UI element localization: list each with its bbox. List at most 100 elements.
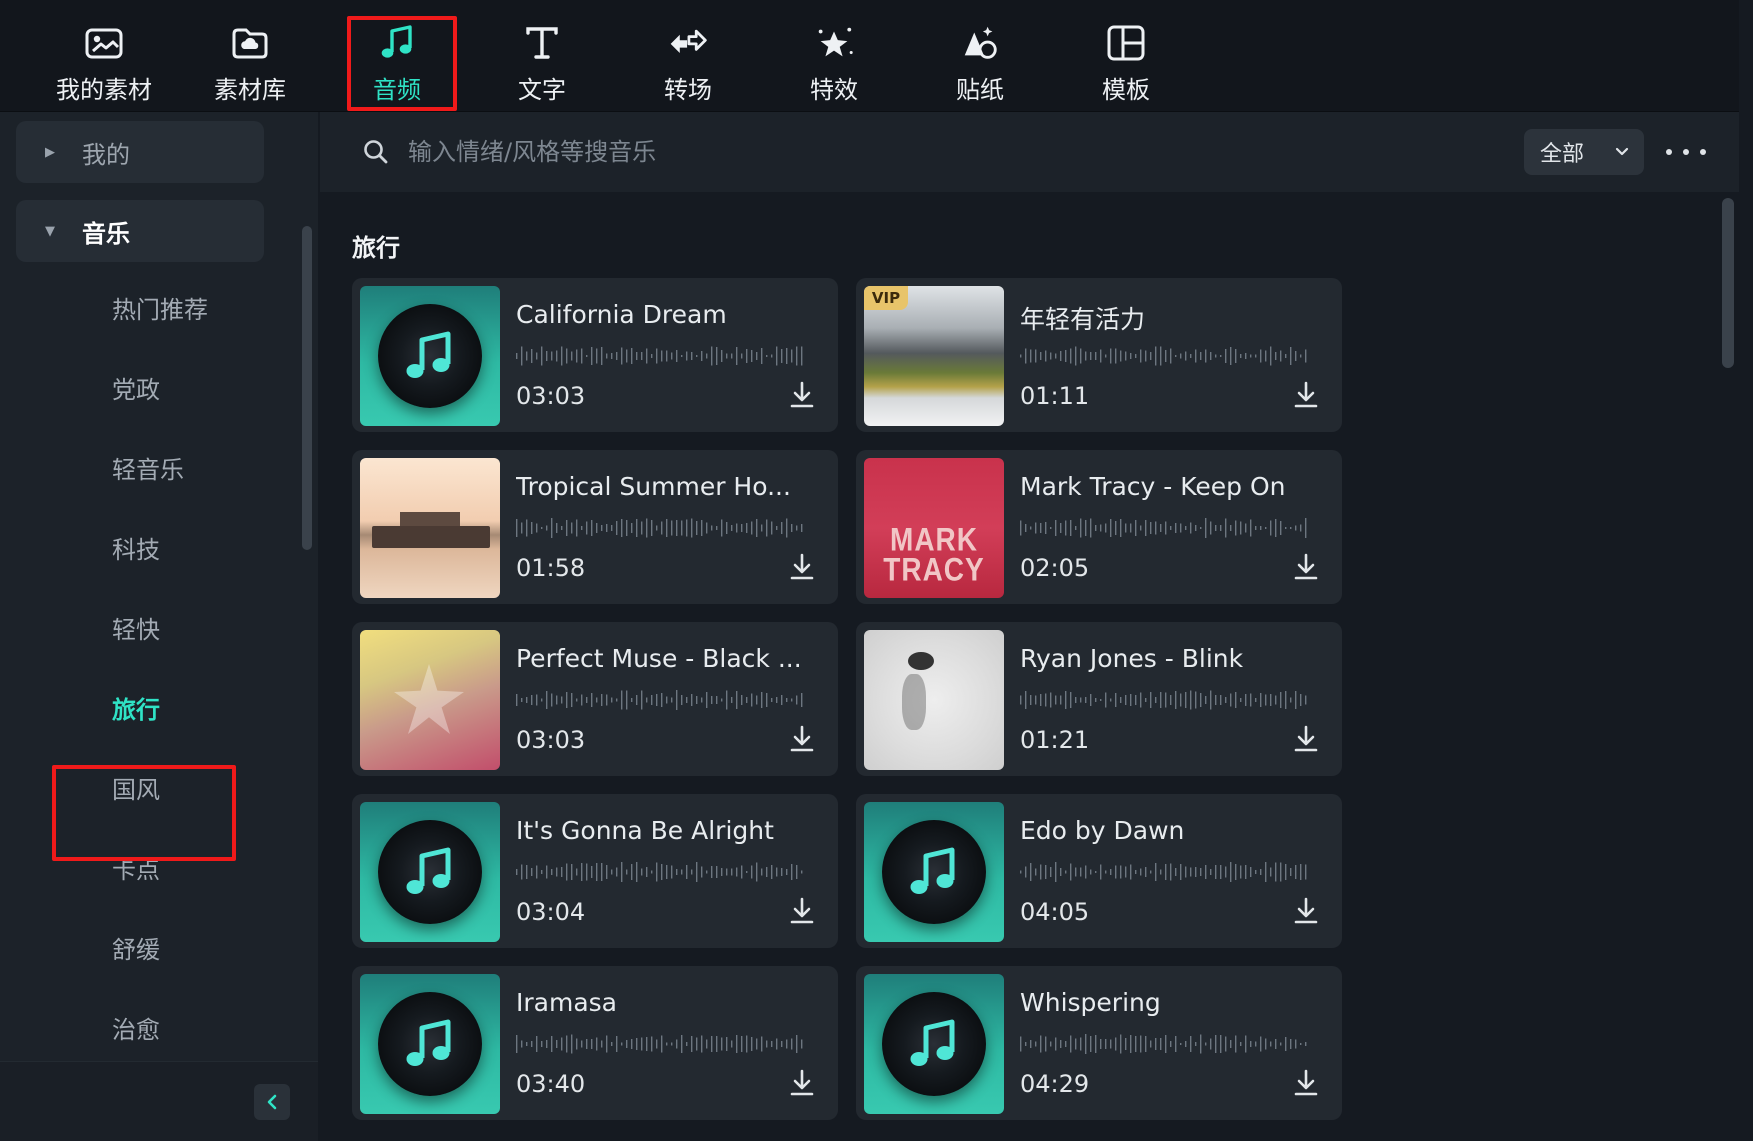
track-duration: 03:03 xyxy=(516,382,586,410)
track-title: Perfect Muse - Black ... xyxy=(516,644,802,673)
waveform xyxy=(1020,1034,1307,1054)
pier-deck xyxy=(372,526,490,548)
caret-right-icon: ▶ xyxy=(45,144,55,160)
filter-value: 全部 xyxy=(1540,142,1585,167)
track-card[interactable]: MARK TRACY Mark Tracy - Keep On 02:05 xyxy=(856,450,1342,604)
sidebar-item-party[interactable]: 党政 xyxy=(112,370,160,410)
music-search-input[interactable] xyxy=(408,130,1308,174)
track-card[interactable]: VIP 年轻有活力 01:11 xyxy=(856,278,1342,432)
album-cover xyxy=(864,974,1004,1114)
sidebar-footer xyxy=(0,1061,318,1141)
search-bar: 全部 xyxy=(320,112,1739,192)
section-title: 旅行 xyxy=(352,234,400,262)
track-duration: 01:21 xyxy=(1020,726,1090,754)
more-options-button[interactable] xyxy=(1666,136,1706,168)
download-icon[interactable] xyxy=(788,1068,816,1098)
sidebar-item-beat-sync[interactable]: 卡点 xyxy=(112,850,160,890)
track-card[interactable]: Perfect Muse - Black ... 03:03 xyxy=(352,622,838,776)
sidebar-item-hot[interactable]: 热门推荐 xyxy=(112,290,208,330)
track-title: 年轻有活力 xyxy=(1020,305,1146,334)
album-cover xyxy=(360,630,500,770)
sidebar-item-travel[interactable]: 旅行 xyxy=(112,690,160,730)
waveform xyxy=(516,1034,803,1054)
chevron-left-icon xyxy=(267,1094,277,1110)
vinyl-record-icon xyxy=(882,992,986,1096)
cover-text: TRACY xyxy=(883,551,985,588)
template-icon xyxy=(1105,22,1147,64)
collapse-sidebar-button[interactable] xyxy=(254,1084,290,1120)
waveform xyxy=(516,518,803,538)
app-window: 我的素材 素材库 音频 文字 转场 特效 贴纸 模板 ▶ 我的 ▼ 音乐 热门推… xyxy=(0,0,1753,1141)
waveform xyxy=(516,346,803,366)
track-duration: 01:58 xyxy=(516,554,586,582)
download-icon[interactable] xyxy=(1292,552,1320,582)
download-icon[interactable] xyxy=(1292,1068,1320,1098)
sidebar-item-chinese-style[interactable]: 国风 xyxy=(112,770,160,810)
text-icon xyxy=(521,22,563,64)
track-duration: 01:11 xyxy=(1020,382,1090,410)
music-note-icon xyxy=(376,22,418,64)
star-shape xyxy=(394,664,464,734)
tool-effects[interactable]: 特效 xyxy=(779,14,889,110)
tool-transition[interactable]: 转场 xyxy=(633,14,743,110)
sidebar-group-music[interactable]: ▼ 音乐 xyxy=(16,200,264,262)
tool-label: 素材库 xyxy=(214,76,286,104)
tool-my-assets[interactable]: 我的素材 xyxy=(49,14,159,110)
album-cover xyxy=(360,286,500,426)
track-duration: 02:05 xyxy=(1020,554,1090,582)
track-duration: 04:05 xyxy=(1020,898,1090,926)
download-icon[interactable] xyxy=(788,724,816,754)
top-toolbar: 我的素材 素材库 音频 文字 转场 特效 贴纸 模板 xyxy=(0,0,1739,112)
track-duration: 03:03 xyxy=(516,726,586,754)
sidebar-item-light-music[interactable]: 轻音乐 xyxy=(112,450,184,490)
tool-label: 贴纸 xyxy=(956,76,1004,104)
track-card[interactable]: Tropical Summer Ho... 01:58 xyxy=(352,450,838,604)
sidebar-scrollbar[interactable] xyxy=(302,226,312,550)
track-card[interactable]: Ryan Jones - Blink 01:21 xyxy=(856,622,1342,776)
sidebar-item-upbeat[interactable]: 轻快 xyxy=(112,610,160,650)
sidebar-item-healing[interactable]: 治愈 xyxy=(112,1010,160,1050)
track-card[interactable]: It's Gonna Be Alright 03:04 xyxy=(352,794,838,948)
tool-text[interactable]: 文字 xyxy=(487,14,597,110)
download-icon[interactable] xyxy=(788,380,816,410)
track-title: Ryan Jones - Blink xyxy=(1020,644,1244,673)
waveform xyxy=(1020,690,1307,710)
tool-template[interactable]: 模板 xyxy=(1071,14,1181,110)
sidebar-group-label: 我的 xyxy=(82,140,130,169)
tool-sticker[interactable]: 贴纸 xyxy=(925,14,1035,110)
download-icon[interactable] xyxy=(788,552,816,582)
waveform xyxy=(516,862,803,882)
track-title: It's Gonna Be Alright xyxy=(516,816,774,845)
vinyl-record-icon xyxy=(378,304,482,408)
tool-label: 我的素材 xyxy=(56,76,152,104)
album-cover xyxy=(864,630,1004,770)
music-browser: 全部 旅行 California Dream 03:03 VIP 年轻有活力 01:11… xyxy=(320,112,1739,1141)
track-duration: 04:29 xyxy=(1020,1070,1090,1098)
sidebar-item-soothing[interactable]: 舒缓 xyxy=(112,930,160,970)
download-icon[interactable] xyxy=(1292,896,1320,926)
track-card[interactable]: California Dream 03:03 xyxy=(352,278,838,432)
tool-audio[interactable]: 音频 xyxy=(342,14,452,110)
sidebar-group-mine[interactable]: ▶ 我的 xyxy=(16,121,264,183)
content-scrollbar[interactable] xyxy=(1722,198,1734,368)
effects-star-icon xyxy=(813,22,855,64)
tool-label: 音频 xyxy=(373,76,421,104)
album-cover xyxy=(360,802,500,942)
track-duration: 03:04 xyxy=(516,898,586,926)
track-title: Mark Tracy - Keep On xyxy=(1020,472,1286,501)
filter-dropdown[interactable]: 全部 xyxy=(1524,129,1644,175)
caret-down-icon: ▼ xyxy=(45,223,55,239)
download-icon[interactable] xyxy=(1292,724,1320,754)
tool-library[interactable]: 素材库 xyxy=(195,14,305,110)
waveform xyxy=(516,690,803,710)
download-icon[interactable] xyxy=(788,896,816,926)
track-card[interactable]: Whispering 04:29 xyxy=(856,966,1342,1120)
track-card[interactable]: Iramasa 03:40 xyxy=(352,966,838,1120)
portrait-hair xyxy=(908,652,934,670)
sidebar-item-tech[interactable]: 科技 xyxy=(112,530,160,570)
track-card[interactable]: Edo by Dawn 04:05 xyxy=(856,794,1342,948)
download-icon[interactable] xyxy=(1292,380,1320,410)
portrait-face xyxy=(902,674,926,730)
tool-label: 文字 xyxy=(518,76,566,104)
waveform xyxy=(1020,862,1307,882)
